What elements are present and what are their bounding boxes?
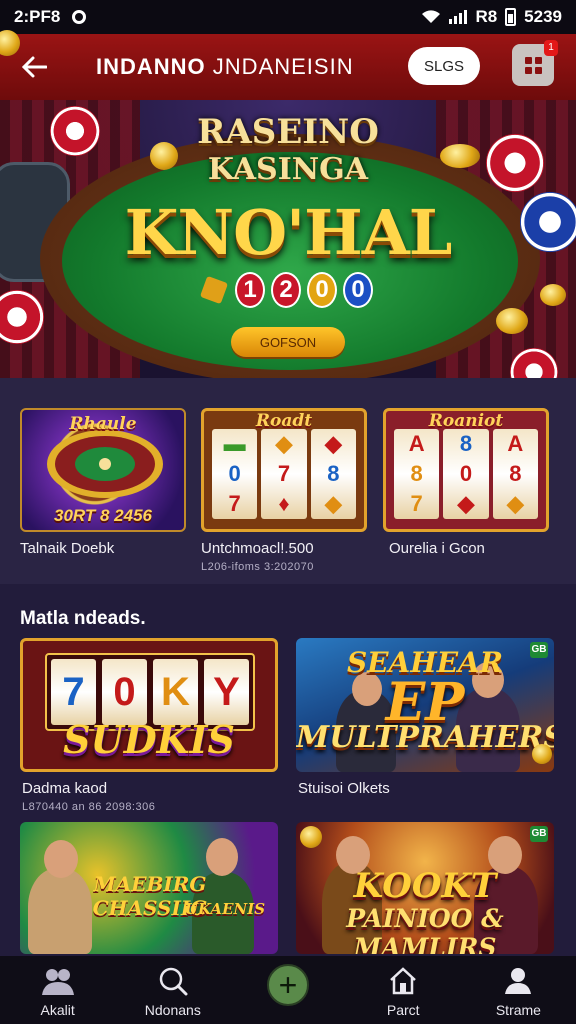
slot-reels: A87 8 0 ◆ A 8 ◆ (394, 429, 538, 519)
game-subcaption: L206-ifoms 3:202070 (201, 561, 314, 573)
featured-games-row: Rhaule 30RT 8 2456 Talnaik Doebk Roadt ▬… (0, 378, 576, 584)
grid-icon (524, 56, 542, 74)
nav-item-akalit[interactable]: Akalit (0, 956, 115, 1024)
game-card[interactable]: 7 0 K Y SUDKIS (20, 638, 278, 772)
casino-chip-icon (50, 106, 100, 156)
game-tag: Rhaule (69, 414, 137, 434)
nav-item-ndonans[interactable]: Ndonans (115, 956, 230, 1024)
login-button[interactable]: SLGS (408, 47, 480, 85)
gold-coin-icon (150, 142, 178, 170)
app-title-main: INDANNO (96, 54, 206, 79)
casino-chip-icon (486, 134, 544, 192)
app-header: INDANNO JNDANEISIN SLGS 1 (0, 34, 576, 100)
people-icon (40, 964, 76, 998)
app-title-sub: JNDANEISIN (212, 54, 354, 79)
character-head (206, 838, 238, 876)
roulette-wheel-icon (47, 430, 163, 498)
featured-game-card[interactable]: Rhaule 30RT 8 2456 (20, 408, 186, 532)
game-caption: Talnaik Doebk (20, 540, 115, 557)
nav-item-strame[interactable]: Strame (461, 956, 576, 1024)
nav-label: Akalit (40, 1002, 75, 1018)
wifi-icon (422, 10, 441, 23)
section-title: Matla ndeads. (20, 608, 146, 629)
game-caption: Dadma kaod (22, 780, 108, 797)
game-title-main: KOOKT (353, 866, 497, 906)
app-screen: 2:PF8 R8 5239 INDANNO JNDANEISIN SLGS 1 (0, 0, 576, 1024)
featured-game-card[interactable]: Roaniot A87 8 0 ◆ A 8 ◆ (383, 408, 549, 532)
hero-banner[interactable]: RASEINO KASINGA KNO'HAL 1 2 0 0 GOFSON (0, 100, 576, 378)
hero-crest: RASEINO KASINGA (190, 108, 386, 200)
game-card[interactable]: SEAHEAR EP MULTPRAHERS GB (296, 638, 554, 772)
number-ball: 1 (235, 272, 265, 308)
app-title: INDANNO JNDANEISIN (96, 54, 354, 80)
crest-line-1: RASEINO (197, 112, 379, 152)
game-caption: Untchmoacl!.500 (201, 540, 314, 557)
nav-item-add[interactable]: + (230, 956, 345, 1024)
game-tag: Roaniot (428, 411, 504, 431)
gold-coin-icon (496, 308, 528, 334)
game-caption: Stuisoi Olkets (298, 780, 390, 797)
status-time: 2:PF8 (14, 7, 61, 26)
battery-icon (505, 8, 517, 26)
game-subcaption: L870440 an 86 2098:306 (22, 801, 156, 813)
menu-button[interactable]: 1 (512, 40, 558, 86)
status-right-text: R8 (475, 7, 498, 26)
nav-label: Strame (495, 1002, 541, 1018)
featured-game-card[interactable]: Roadt ▬ 0 7 ◆ 7 ♦ ◆ 8 ◆ (201, 408, 367, 532)
hero-number-balls: 1 2 0 0 (0, 272, 576, 308)
crest-line-2: KASINGA (207, 152, 369, 187)
back-arrow-icon (21, 56, 47, 78)
number-ball: 0 (307, 272, 337, 308)
search-icon (155, 964, 191, 998)
game-title-sub: UKAENIS (184, 900, 266, 918)
game-banner-text: 30RT 8 2456 (54, 506, 152, 525)
nav-item-parct[interactable]: Parct (346, 956, 461, 1024)
back-button[interactable] (16, 49, 52, 85)
game-card[interactable]: KOOKT PAINIOO & MAMLIRS GB (296, 822, 554, 954)
nav-label: Ndonans (144, 1002, 201, 1018)
hero-title: KNO'HAL (124, 196, 453, 269)
battery-level: 5239 (524, 7, 562, 26)
game-caption: Ourelia i Gcon (389, 540, 485, 557)
notification-dot-icon (72, 10, 87, 24)
game-badge: GB (530, 642, 548, 658)
nav-label: Parct (386, 1002, 420, 1018)
game-tag: Roadt (255, 411, 313, 431)
number-ball: 0 (343, 272, 373, 308)
game-title-sub: MULTPRAHERS (296, 720, 554, 755)
notification-badge: 1 (544, 40, 558, 56)
house-icon (385, 964, 421, 998)
hero-cta-button[interactable]: GOFSON (231, 327, 345, 357)
dice-icon (199, 275, 229, 305)
gold-coin-icon (532, 744, 552, 764)
game-title: SUDKIS (63, 717, 235, 762)
character-head (44, 840, 78, 878)
signal-icon (449, 10, 468, 24)
game-badge: GB (530, 826, 548, 842)
slot-reels: ▬ 0 7 ◆ 7 ♦ ◆ 8 ◆ (212, 429, 356, 519)
bottom-navigation: Akalit Ndonans + Parct Strame (0, 956, 576, 1024)
number-ball: 2 (271, 272, 301, 308)
person-icon (500, 964, 536, 998)
game-card[interactable]: MAEBIRG CHASSIIG UKAENIS (20, 822, 278, 954)
status-bar: 2:PF8 R8 5239 (0, 0, 576, 34)
gold-coin-icon (440, 144, 480, 168)
gold-coin-icon (300, 826, 322, 848)
game-title-sub: PAINIOO & MAMLIRS (346, 904, 504, 954)
plus-icon: + (267, 964, 309, 1006)
